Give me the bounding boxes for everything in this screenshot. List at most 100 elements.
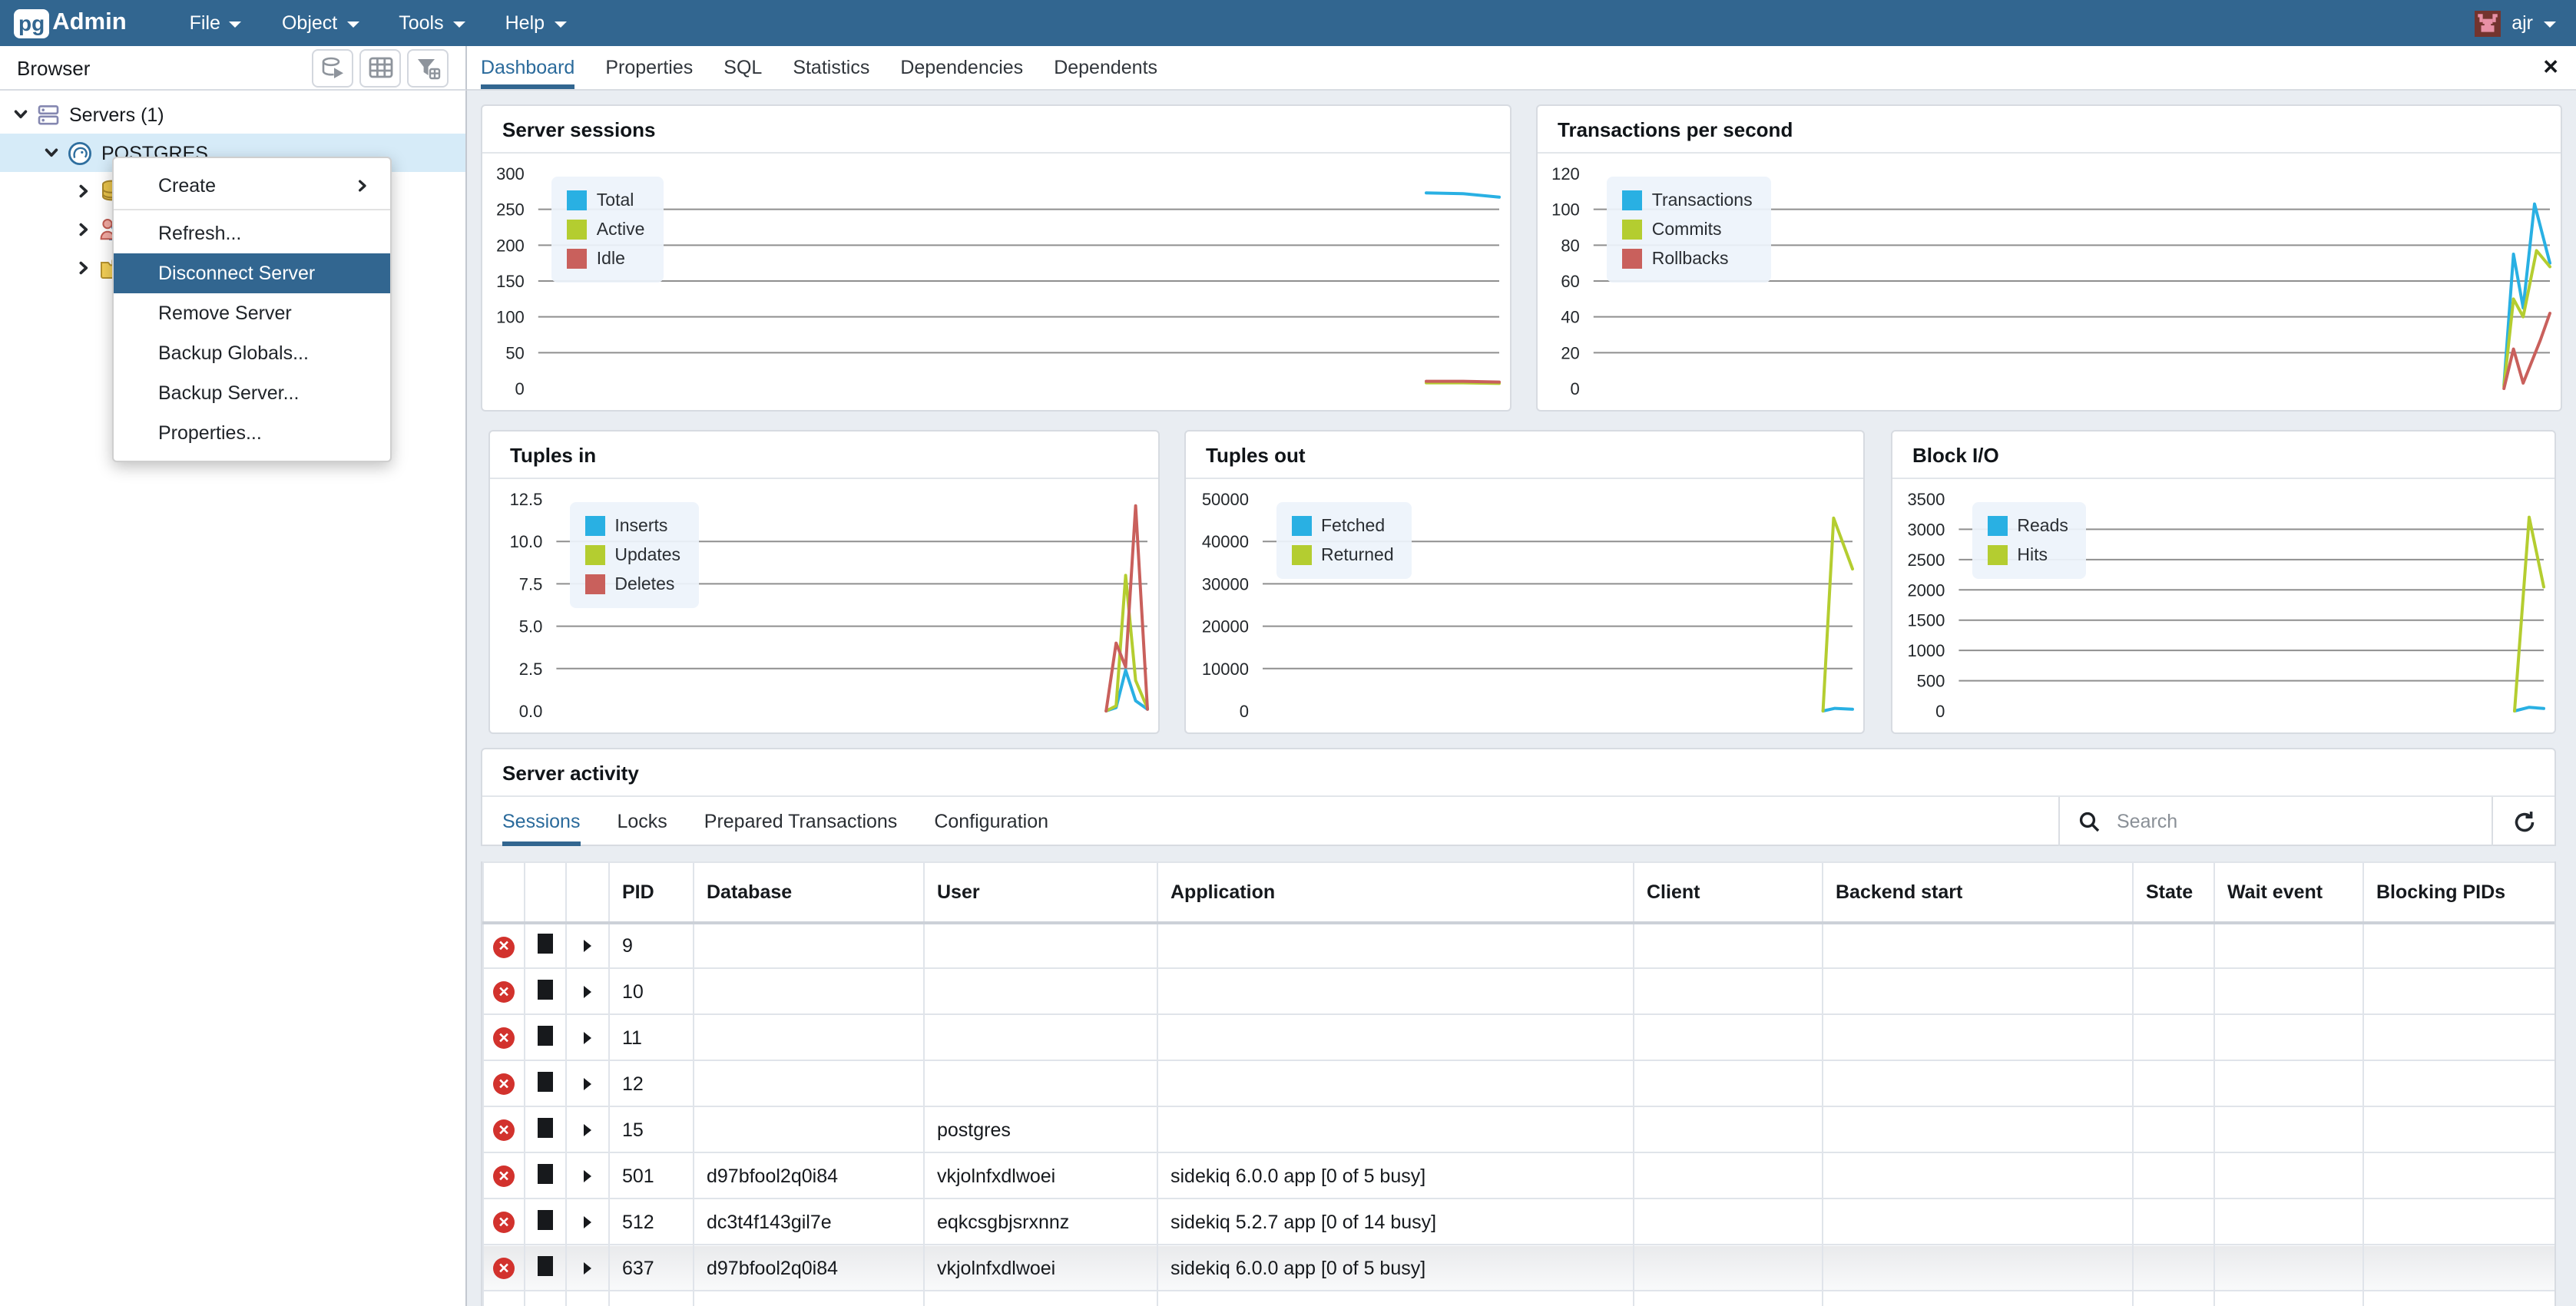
user-menu[interactable]: ajr [2475, 10, 2576, 36]
view-data-button[interactable] [359, 48, 401, 87]
cell-backend_start [1823, 1199, 2133, 1245]
tab-dependencies[interactable]: Dependencies [900, 46, 1023, 89]
cell-client [1634, 1245, 1823, 1291]
expand-row-icon[interactable] [584, 1123, 591, 1136]
table-row[interactable]: ✕9 [483, 922, 2556, 968]
terminate-session-button[interactable]: ✕ [493, 1258, 515, 1280]
cancel-query-button[interactable] [538, 1025, 553, 1045]
menu-file[interactable]: File [190, 12, 242, 34]
cancel-query-button[interactable] [538, 1209, 553, 1229]
cell-wait_event [2214, 1014, 2363, 1060]
expand-row-icon[interactable] [584, 1261, 591, 1274]
legend-label: Deletes [614, 575, 674, 593]
cancel-query-button[interactable] [538, 1117, 553, 1137]
legend-label: Active [597, 220, 645, 239]
context-menu-item-properties[interactable]: Properties... [114, 413, 390, 453]
context-menu-item-disconnect-server[interactable]: Disconnect Server [114, 253, 390, 293]
chevron-right-icon[interactable] [75, 221, 92, 238]
context-menu-item-backup-server[interactable]: Backup Server... [114, 373, 390, 413]
terminate-session-button[interactable]: ✕ [493, 936, 515, 957]
table-row[interactable]: ✕15postgres [483, 1106, 2556, 1152]
terminate-session-button[interactable]: ✕ [493, 1028, 515, 1050]
cell-state [2133, 1106, 2214, 1152]
table-row[interactable]: ✕512dc3t4f143gil7eeqkcsgbjsrxnnzsidekiq … [483, 1199, 2556, 1245]
context-menu-item-refresh[interactable]: Refresh... [114, 213, 390, 253]
cancel-query-button[interactable] [538, 934, 553, 954]
search-icon [2078, 811, 2100, 832]
chart-body: 0.02.55.07.510.012.5InsertsUpdatesDelete… [490, 479, 1158, 734]
table-row[interactable]: ✕12 [483, 1060, 2556, 1106]
terminate-session-button[interactable]: ✕ [493, 1166, 515, 1188]
chevron-down-icon[interactable] [43, 144, 60, 161]
search-input[interactable] [2114, 809, 2412, 834]
chart-body: 020406080100120TransactionsCommitsRollba… [1538, 154, 2561, 412]
cancel-query-button[interactable] [538, 1163, 553, 1183]
context-menu-item-remove-server[interactable]: Remove Server [114, 293, 390, 333]
cell-wait_event [2214, 968, 2363, 1014]
cancel-query-button[interactable] [538, 1071, 553, 1091]
tab-dependents[interactable]: Dependents [1054, 46, 1157, 89]
table-row-partial [483, 1291, 2556, 1306]
menu-help[interactable]: Help [505, 12, 566, 34]
cell-state [2133, 1014, 2214, 1060]
legend-swatch [585, 545, 605, 565]
refresh-icon[interactable] [2492, 797, 2554, 846]
pgadmin-logo[interactable]: pg Admin [14, 8, 127, 38]
activity-tab-prepared-transactions[interactable]: Prepared Transactions [704, 797, 898, 846]
legend-label: Idle [597, 250, 625, 268]
activity-tab-sessions[interactable]: Sessions [502, 797, 580, 846]
cell-user [924, 922, 1157, 968]
menu-label: Tools [399, 12, 443, 34]
cell-state [2133, 1245, 2214, 1291]
table-row[interactable]: ✕637d97bfool2q0i84vkjolnfxdlwoeisidekiq … [483, 1245, 2556, 1291]
cell-wait_event [2214, 922, 2363, 968]
cell-backend_start [1823, 1152, 2133, 1199]
context-menu-item-create[interactable]: Create [114, 166, 390, 206]
terminate-session-button[interactable]: ✕ [493, 982, 515, 1003]
close-icon[interactable]: ✕ [2542, 55, 2559, 80]
activity-tab-locks[interactable]: Locks [617, 797, 667, 846]
activity-tab-configuration[interactable]: Configuration [934, 797, 1048, 846]
cell-user [924, 968, 1157, 1014]
tab-sql[interactable]: SQL [723, 46, 762, 89]
tab-dashboard[interactable]: Dashboard [481, 46, 574, 89]
chart-legend: InsertsUpdatesDeletes [570, 502, 699, 608]
filtered-rows-button[interactable] [407, 48, 449, 87]
expand-row-icon[interactable] [584, 940, 591, 952]
chevron-down-icon[interactable] [12, 106, 29, 123]
chart-body: 050100150200250300TotalActiveIdle [482, 154, 1510, 412]
table-row[interactable]: ✕501d97bfool2q0i84vkjolnfxdlwoeisidekiq … [483, 1152, 2556, 1199]
cell-blocking_pids [2363, 968, 2556, 1014]
expand-row-icon[interactable] [584, 1031, 591, 1043]
expand-row-icon[interactable] [584, 1169, 591, 1182]
cell-terminate: ✕ [483, 1014, 525, 1060]
server-context-menu: Create Refresh...Disconnect ServerRemove … [112, 157, 392, 462]
expand-row-icon[interactable] [584, 1077, 591, 1089]
cancel-query-button[interactable] [538, 979, 553, 999]
table-row[interactable]: ✕11 [483, 1014, 2556, 1060]
tab-statistics[interactable]: Statistics [793, 46, 869, 89]
expand-row-icon[interactable] [584, 985, 591, 997]
chart-card-server-sessions: Server sessions050100150200250300TotalAc… [481, 104, 1511, 412]
cell-state [2133, 968, 2214, 1014]
chevron-right-icon[interactable] [75, 183, 92, 200]
query-tool-button[interactable] [312, 48, 353, 87]
pgadmin-app: pg Admin FileObjectToolsHelp ajr Browser… [0, 0, 2576, 1306]
terminate-session-button[interactable]: ✕ [493, 1074, 515, 1096]
tree-item-servers-1[interactable]: Servers (1) [0, 95, 465, 134]
context-menu-item-backup-globals[interactable]: Backup Globals... [114, 333, 390, 373]
legend-label: Total [597, 191, 634, 210]
chevron-right-icon[interactable] [75, 260, 92, 276]
menu-tools[interactable]: Tools [399, 12, 465, 34]
menu-object[interactable]: Object [282, 12, 359, 34]
expand-row-icon[interactable] [584, 1215, 591, 1228]
terminate-session-button[interactable]: ✕ [493, 1120, 515, 1142]
tab-properties[interactable]: Properties [605, 46, 693, 89]
cell-wait_event [2214, 1152, 2363, 1199]
chart-title: Block I/O [1892, 431, 2554, 479]
cell-cancel [525, 1106, 566, 1152]
cell-expand [566, 1014, 609, 1060]
table-row[interactable]: ✕10 [483, 968, 2556, 1014]
terminate-session-button[interactable]: ✕ [493, 1212, 515, 1234]
cancel-query-button[interactable] [538, 1255, 553, 1275]
